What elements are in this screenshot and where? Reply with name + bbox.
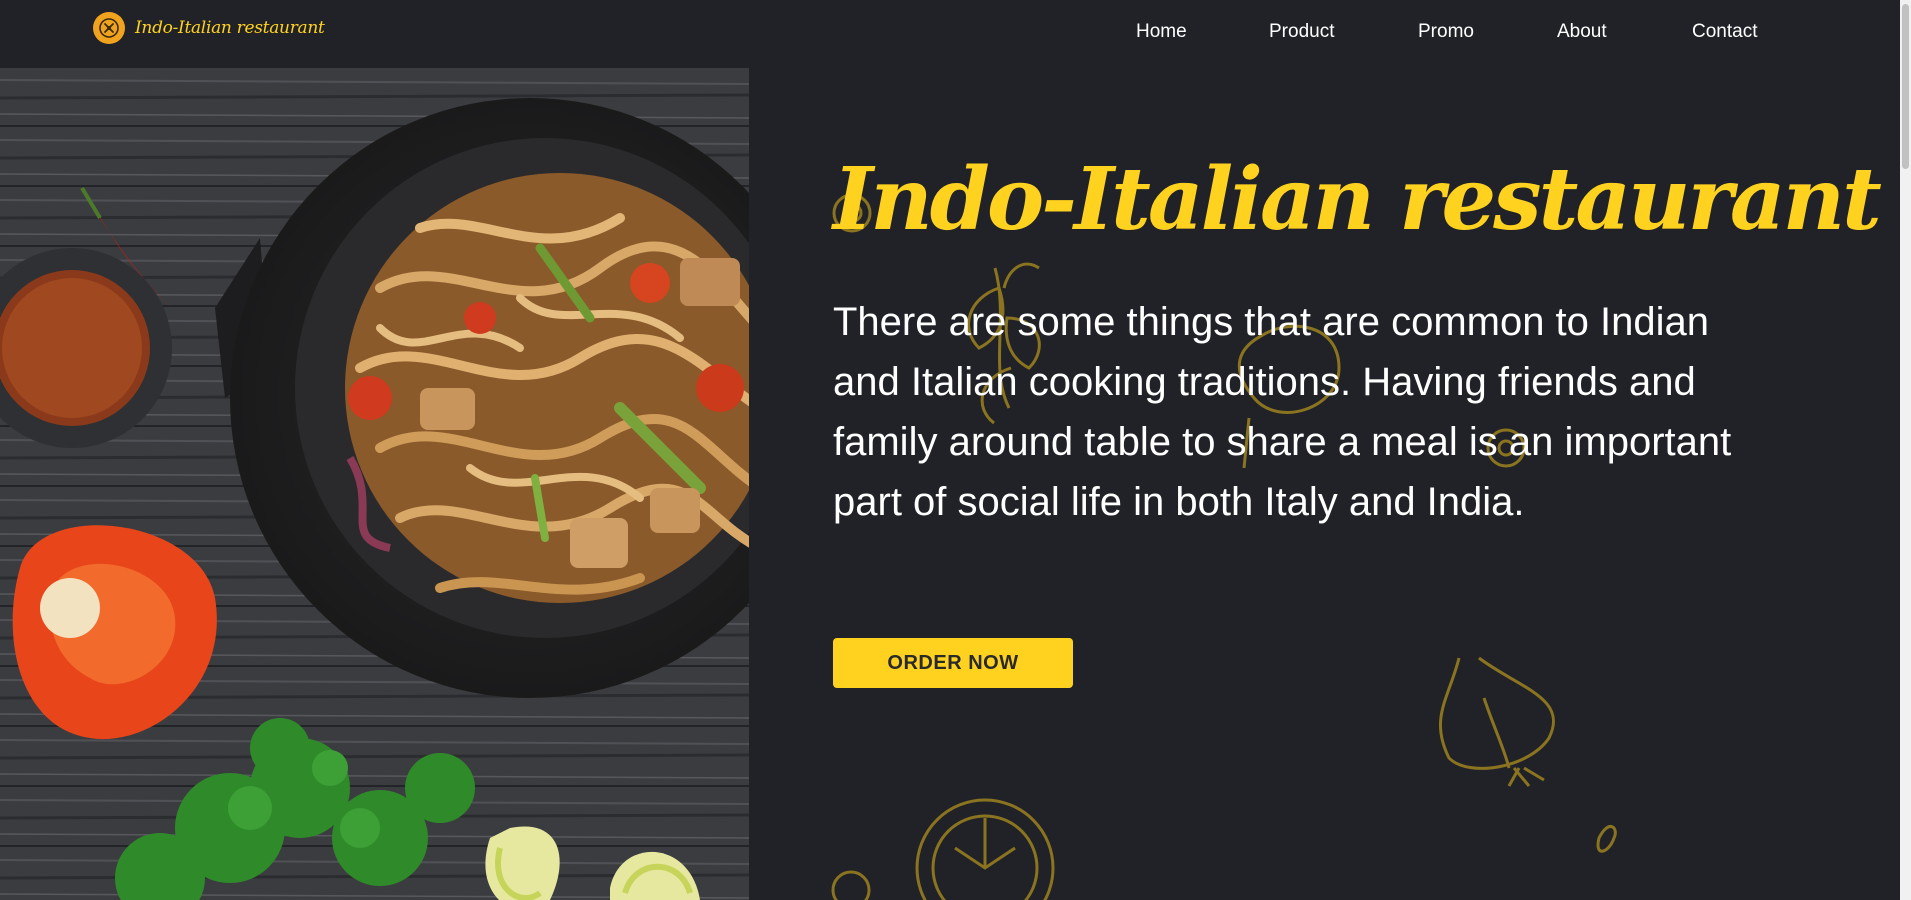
scrollbar-thumb[interactable] [1902,4,1909,169]
nav-contact[interactable]: Contact [1692,21,1757,43]
hero-title: Indo-Italian restaurant [833,149,1882,250]
nav-about[interactable]: About [1557,21,1607,43]
order-now-button[interactable]: ORDER NOW [833,638,1073,688]
nav-promo[interactable]: Promo [1418,21,1474,43]
brand[interactable]: Indo-Italian restaurant [93,12,325,44]
noodle-wok-image [0,68,749,900]
brand-name: Indo-Italian restaurant [135,18,325,38]
navbar: Indo-Italian restaurant Home Product Pro… [0,0,1900,68]
nav-product[interactable]: Product [1269,21,1334,43]
food-illustration [0,68,749,900]
chef-logo-icon [93,12,125,44]
nav-home[interactable]: Home [1136,21,1187,43]
scrollbar[interactable] [1900,0,1911,900]
hero-description: There are some things that are common to… [833,300,1732,524]
